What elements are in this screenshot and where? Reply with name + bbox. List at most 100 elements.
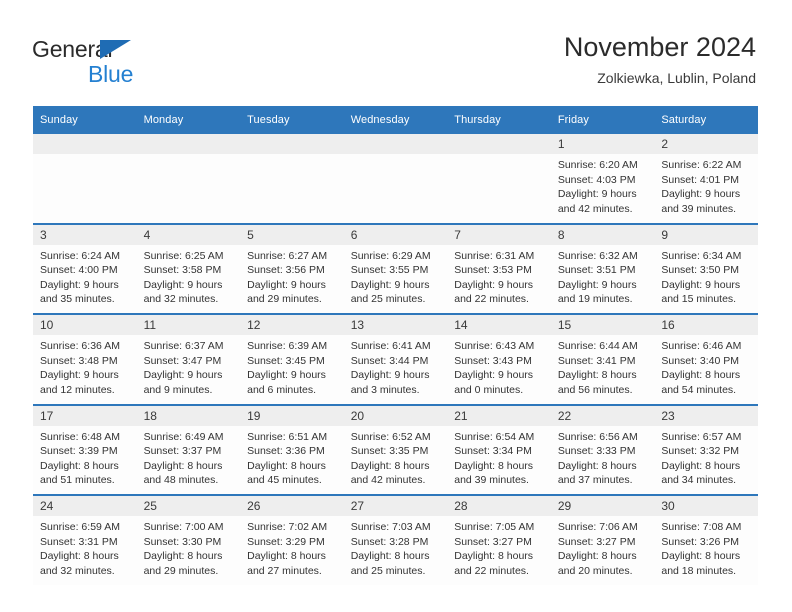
day-cell[interactable]: 23 Sunrise: 6:57 AM Sunset: 3:32 PM Dayligh…	[654, 403, 758, 495]
day-details: Sunrise: 7:05 AM Sunset: 3:27 PM Daylight:…	[447, 516, 551, 578]
triangle-flag-icon	[100, 40, 131, 59]
sunset-text: Sunset: 3:30 PM	[143, 535, 222, 548]
daylight-text-line2: and 42 minutes.	[350, 474, 426, 487]
day-cell[interactable]: 18 Sunrise: 6:49 AM Sunset: 3:37 PM Dayligh…	[136, 403, 241, 495]
daylight-text-line1: Daylight: 9 hours	[661, 278, 741, 291]
day-cell[interactable]: 7 Sunrise: 6:31 AM Sunset: 3:53 PM Daylight…	[447, 222, 551, 314]
daylight-text-line2: and 25 minutes.	[350, 564, 426, 577]
day-cell[interactable]: 17 Sunrise: 6:48 AM Sunset: 3:39 PM Dayligh…	[33, 403, 137, 495]
day-cell[interactable]: 9 Sunrise: 6:34 AM Sunset: 3:50 PM Daylight…	[654, 222, 758, 314]
day-cell[interactable]: 15 Sunrise: 6:44 AM Sunset: 3:41 PM Dayligh…	[550, 313, 655, 405]
daylight-text-line2: and 25 minutes.	[350, 293, 426, 306]
daylight-text-line2: and 22 minutes.	[454, 564, 529, 577]
day-number: 21	[447, 405, 551, 426]
day-cell[interactable]: 25 Sunrise: 7:00 AM Sunset: 3:30 PM Dayligh…	[136, 494, 241, 585]
weekday-header-wednesday: Wednesday	[343, 106, 448, 134]
day-number: 3	[33, 224, 137, 245]
day-cell[interactable]: 24 Sunrise: 6:59 AM Sunset: 3:31 PM Dayligh…	[33, 494, 137, 585]
day-number: 7	[447, 224, 551, 245]
sunrise-text: Sunrise: 6:49 AM	[143, 430, 224, 443]
day-details: Sunrise: 6:44 AM Sunset: 3:41 PM Daylight:…	[551, 335, 655, 397]
day-cell[interactable]: 26 Sunrise: 7:02 AM Sunset: 3:29 PM Dayligh…	[240, 494, 344, 585]
sunrise-text: Sunrise: 7:02 AM	[247, 521, 328, 533]
day-cell[interactable]: 5 Sunrise: 6:27 AM Sunset: 3:56 PM Daylight…	[240, 222, 344, 314]
sunset-text: Sunset: 3:32 PM	[661, 445, 740, 458]
sunset-text: Sunset: 3:45 PM	[247, 354, 325, 367]
day-number: 18	[136, 405, 241, 426]
daylight-text-line2: and 32 minutes.	[143, 293, 219, 306]
sunrise-text: Sunrise: 6:32 AM	[557, 249, 638, 262]
day-cell[interactable]: 3 Sunrise: 6:24 AM Sunset: 4:00 PM Daylight…	[33, 222, 137, 314]
sunrise-text: Sunrise: 7:06 AM	[557, 521, 638, 533]
daylight-text-line1: Daylight: 9 hours	[350, 278, 430, 291]
day-cell[interactable]: 10 Sunrise: 6:36 AM Sunset: 3:48 PM Dayligh…	[33, 313, 137, 405]
day-details: Sunrise: 6:32 AM Sunset: 3:51 PM Daylight:…	[551, 245, 655, 307]
day-cell[interactable]: 27 Sunrise: 7:03 AM Sunset: 3:28 PM Dayligh…	[343, 494, 448, 585]
day-number	[136, 134, 241, 154]
day-number: 4	[136, 224, 241, 245]
day-cell[interactable]: 30 Sunrise: 7:08 AM Sunset: 3:26 PM Dayligh…	[654, 494, 758, 585]
daylight-text-line1: Daylight: 9 hours	[40, 278, 119, 291]
day-cell[interactable]: 12 Sunrise: 6:39 AM Sunset: 3:45 PM Dayligh…	[240, 313, 344, 405]
day-cell[interactable]: 1 Sunrise: 6:20 AM Sunset: 4:03 PM Daylight…	[550, 134, 655, 224]
day-details: Sunrise: 6:34 AM Sunset: 3:50 PM Daylight:…	[654, 245, 758, 307]
week-row: 10 Sunrise: 6:36 AM Sunset: 3:48 PM Dayligh…	[33, 313, 758, 405]
day-cell[interactable]	[447, 134, 551, 224]
daylight-text-line1: Daylight: 9 hours	[247, 369, 326, 382]
day-cell[interactable]: 4 Sunrise: 6:25 AM Sunset: 3:58 PM Daylight…	[136, 222, 241, 314]
daylight-text-line1: Daylight: 9 hours	[143, 278, 223, 291]
sunset-text: Sunset: 3:55 PM	[350, 264, 429, 277]
sunrise-text: Sunrise: 6:57 AM	[661, 430, 742, 443]
sunset-text: Sunset: 3:48 PM	[40, 354, 118, 367]
day-cell[interactable]	[33, 134, 137, 224]
sunrise-text: Sunrise: 6:25 AM	[143, 249, 224, 262]
day-cell[interactable]	[136, 134, 241, 224]
daylight-text-line2: and 15 minutes.	[661, 293, 737, 306]
sunrise-text: Sunrise: 7:08 AM	[661, 521, 742, 533]
day-details: Sunrise: 6:41 AM Sunset: 3:44 PM Daylight:…	[344, 335, 448, 397]
day-cell[interactable]: 28 Sunrise: 7:05 AM Sunset: 3:27 PM Dayligh…	[447, 494, 551, 585]
sunrise-text: Sunrise: 6:51 AM	[247, 430, 328, 443]
day-cell[interactable]: 19 Sunrise: 6:51 AM Sunset: 3:36 PM Dayligh…	[240, 403, 344, 495]
day-cell[interactable]: 20 Sunrise: 6:52 AM Sunset: 3:35 PM Dayligh…	[343, 403, 448, 495]
week-row: 3 Sunrise: 6:24 AM Sunset: 4:00 PM Daylight…	[33, 222, 758, 314]
day-details: Sunrise: 6:59 AM Sunset: 3:31 PM Daylight:…	[33, 516, 137, 578]
day-cell[interactable]: 21 Sunrise: 6:54 AM Sunset: 3:34 PM Dayligh…	[447, 403, 551, 495]
sunset-text: Sunset: 3:40 PM	[661, 354, 740, 367]
daylight-text-line2: and 39 minutes.	[661, 202, 737, 215]
day-details: Sunrise: 6:31 AM Sunset: 3:53 PM Daylight:…	[447, 245, 551, 307]
sunrise-text: Sunrise: 6:20 AM	[557, 159, 638, 171]
day-cell[interactable]: 13 Sunrise: 6:41 AM Sunset: 3:44 PM Dayligh…	[343, 313, 448, 405]
day-details	[344, 154, 448, 158]
daylight-text-line2: and 32 minutes.	[40, 564, 115, 577]
day-details: Sunrise: 6:56 AM Sunset: 3:33 PM Daylight:…	[551, 426, 655, 488]
sunset-text: Sunset: 3:37 PM	[143, 445, 222, 458]
day-cell[interactable]: 29 Sunrise: 7:06 AM Sunset: 3:27 PM Dayligh…	[550, 494, 655, 585]
day-cell[interactable]: 11 Sunrise: 6:37 AM Sunset: 3:47 PM Dayligh…	[136, 313, 241, 405]
day-number: 20	[343, 405, 448, 426]
sunset-text: Sunset: 3:53 PM	[454, 264, 532, 277]
sunset-text: Sunset: 3:41 PM	[557, 354, 636, 367]
day-cell[interactable]: 2 Sunrise: 6:22 AM Sunset: 4:01 PM Daylight…	[654, 134, 758, 224]
sunset-text: Sunset: 3:56 PM	[247, 264, 325, 277]
day-cell[interactable]: 22 Sunrise: 6:56 AM Sunset: 3:33 PM Dayligh…	[550, 403, 655, 495]
day-cell[interactable]: 6 Sunrise: 6:29 AM Sunset: 3:55 PM Daylight…	[343, 222, 448, 314]
day-details: Sunrise: 7:00 AM Sunset: 3:30 PM Daylight:…	[137, 516, 241, 578]
day-cell[interactable]: 14 Sunrise: 6:43 AM Sunset: 3:43 PM Dayligh…	[447, 313, 551, 405]
daylight-text-line1: Daylight: 8 hours	[557, 369, 637, 382]
day-cell[interactable]: 8 Sunrise: 6:32 AM Sunset: 3:51 PM Daylight…	[550, 222, 655, 314]
day-details	[240, 154, 344, 158]
day-cell[interactable]	[240, 134, 344, 224]
day-number: 9	[654, 224, 758, 245]
sunset-text: Sunset: 3:51 PM	[557, 264, 636, 277]
day-cell[interactable]	[343, 134, 448, 224]
sunset-text: Sunset: 3:50 PM	[661, 264, 740, 277]
daylight-text-line1: Daylight: 9 hours	[143, 369, 223, 382]
day-cell[interactable]: 16 Sunrise: 6:46 AM Sunset: 3:40 PM Dayligh…	[654, 313, 758, 405]
daylight-text-line1: Daylight: 9 hours	[454, 278, 534, 291]
day-details: Sunrise: 6:27 AM Sunset: 3:56 PM Daylight:…	[240, 245, 344, 307]
day-number: 23	[654, 405, 758, 426]
day-number: 12	[240, 315, 344, 335]
daylight-text-line2: and 18 minutes.	[661, 564, 737, 577]
daylight-text-line1: Daylight: 8 hours	[454, 550, 534, 563]
